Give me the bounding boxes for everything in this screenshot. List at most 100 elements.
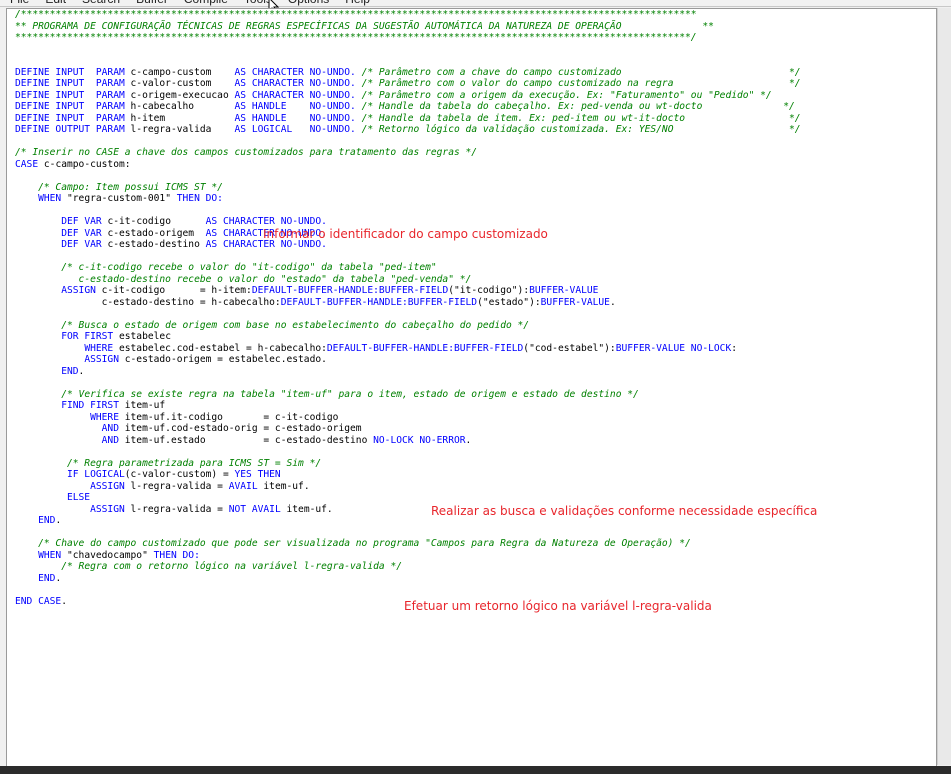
code-text-segment: "regra-custom-001": [67, 193, 177, 204]
code-keyword: DEF VAR: [61, 227, 108, 239]
code-text-segment: .: [55, 572, 62, 584]
code-text-segment: [15, 573, 38, 584]
code-text-segment: .: [61, 595, 67, 607]
code-keyword: NO-LOCK NO-ERROR: [373, 434, 466, 446]
menu-item-help[interactable]: Help: [345, 0, 370, 6]
code-line: IF LOGICAL(c-valor-custom) = YES THEN: [15, 469, 801, 481]
code-text-segment: [15, 423, 102, 434]
code-text-segment: estabelec.cod-estabel = h-cabecalho:: [118, 342, 327, 354]
code-line: /* c-it-codigo recebe o valor do "it-cod…: [15, 262, 801, 274]
code-editor[interactable]: /***************************************…: [6, 8, 937, 767]
code-comment: /* Chave do campo customizado que pode s…: [38, 538, 691, 549]
code-keyword: CASE: [15, 158, 44, 170]
annotation-logical-return: Efetuar um retorno lógico na variável l-…: [404, 599, 712, 613]
code-line: c-estado-destino recebe o valor do "esta…: [15, 274, 801, 286]
code-line: ****************************************…: [15, 32, 801, 44]
code-text-segment: [15, 481, 90, 492]
code-text-segment: [15, 285, 61, 296]
code-text-segment: c-it-codigo = h-item:: [101, 285, 252, 296]
code-comment: ** PROGRAMA DE CONFIGURAÇÃO TÉCNICAS DE …: [15, 20, 714, 32]
code-text-segment: [15, 469, 67, 480]
code-text-segment: c-estado-origem: [107, 227, 206, 239]
code-keyword: WHERE: [84, 342, 119, 354]
code-keyword: DEFINE INPUT PARAM: [15, 66, 131, 78]
code-keyword: AND: [101, 434, 125, 446]
code-line: /***************************************…: [15, 9, 801, 21]
code-text-segment: [15, 412, 90, 423]
code-keyword: DEFAULT-BUFFER-HANDLE:BUFFER-FIELD: [251, 285, 449, 296]
code-text-segment: [15, 504, 90, 515]
code-keyword: AS CHARACTER NO-UNDO.: [234, 78, 362, 89]
menu-item-file[interactable]: File: [10, 0, 29, 6]
code-keyword: DEFINE INPUT PARAM: [15, 89, 131, 101]
code-keyword: DEF VAR: [61, 239, 108, 250]
code-keyword: END: [61, 365, 79, 377]
code-line: WHEN "regra-custom-001" THEN DO:: [15, 193, 801, 205]
code-comment: /* Regra parametrizada para ICMS ST = Si…: [66, 457, 322, 469]
code-text-segment: [15, 182, 38, 193]
code-text-segment: c-valor-custom: [130, 78, 235, 89]
code-comment: c-estado-destino recebe o valor do "esta…: [61, 273, 472, 285]
annotation-field-identifier: Informar o identificador do campo custom…: [263, 227, 548, 241]
code-text-segment: .: [78, 365, 85, 377]
code-text-segment: ("it-codigo"):: [448, 285, 530, 296]
code-text-segment: .: [465, 434, 472, 446]
code-text-segment: .: [55, 515, 62, 526]
code-keyword: AND: [101, 423, 125, 434]
code-line: /* Chave do campo customizado que pode s…: [15, 538, 801, 550]
code-text-segment: c-estado-origem = estabelec.estado.: [124, 354, 327, 365]
code-keyword: IF LOGICAL: [66, 469, 125, 480]
code-text-segment: l-regra-valida =: [130, 503, 229, 515]
menu-item-edit[interactable]: Edit: [45, 0, 66, 6]
code-line: END.: [15, 573, 801, 585]
code-text-segment: :: [731, 342, 738, 354]
code-text-segment: l-regra-valida =: [130, 480, 229, 492]
code-keyword: DEFINE INPUT PARAM: [15, 112, 131, 124]
code-text-segment: [15, 515, 38, 526]
code-line: DEFINE OUTPUT PARAM l-regra-valida AS LO…: [15, 124, 801, 136]
code-line: /* Regra parametrizada para ICMS ST = Si…: [15, 458, 801, 470]
code-line: DEFINE INPUT PARAM c-campo-custom AS CHA…: [15, 67, 801, 79]
code-keyword: AS HANDLE NO-UNDO.: [234, 112, 362, 124]
menu-item-search[interactable]: Search: [82, 0, 120, 6]
code-text-segment: [15, 492, 67, 503]
code-text-segment: [15, 331, 61, 342]
code-keyword: THEN DO:: [176, 193, 223, 204]
code-keyword: THEN DO:: [153, 549, 200, 561]
code-keyword: DEFAULT-BUFFER-HANDLE:BUFFER-FIELD: [326, 342, 524, 354]
code-text-segment: [15, 435, 102, 446]
code-line: END.: [15, 366, 801, 378]
code-text-segment: [15, 274, 61, 285]
code-text-segment: estabelec: [118, 331, 171, 342]
code-text-segment: c-estado-destino = h-cabecalho:: [15, 296, 281, 308]
status-bar: [0, 766, 951, 774]
menu-item-compile[interactable]: Compile: [184, 0, 228, 6]
code-text-segment: h-cabecalho: [130, 101, 235, 112]
code-line: WHERE item-uf.it-codigo = c-it-codigo: [15, 412, 801, 424]
code-keyword: WHEN: [38, 549, 67, 561]
code-text-segment: [15, 366, 61, 377]
menu-item-options[interactable]: Options: [288, 0, 329, 6]
code-text-segment: [15, 193, 38, 204]
code-keyword: DEFINE INPUT PARAM: [15, 78, 131, 89]
code-text-segment: "chavedocampo": [67, 549, 154, 561]
code-comment: /* Verifica se existe regra na tabela "i…: [61, 388, 639, 400]
editor-window: FileEditSearchBufferCompileToolsOptionsH…: [0, 0, 951, 774]
code-text-segment: c-it-codigo: [107, 216, 206, 227]
code-keyword: AS CHARACTER NO-UNDO.: [234, 66, 362, 78]
menu-item-buffer[interactable]: Buffer: [136, 0, 168, 6]
code-comment: /* Inserir no CASE a chave dos campos cu…: [15, 147, 478, 158]
code-keyword: DEFAULT-BUFFER-HANDLE:BUFFER-FIELD: [280, 296, 478, 308]
code-text-segment: item-uf: [124, 400, 166, 411]
code-text-segment: [15, 400, 61, 411]
annotation-search-validations: Realizar as busca e validações conforme …: [431, 504, 818, 518]
code-text-segment: (c-valor-custom) =: [124, 469, 235, 480]
code-text-segment: .: [609, 296, 616, 308]
vertical-scrollbar[interactable]: [937, 8, 951, 765]
code-line: ASSIGN l-regra-valida = AVAIL item-uf.: [15, 481, 801, 493]
